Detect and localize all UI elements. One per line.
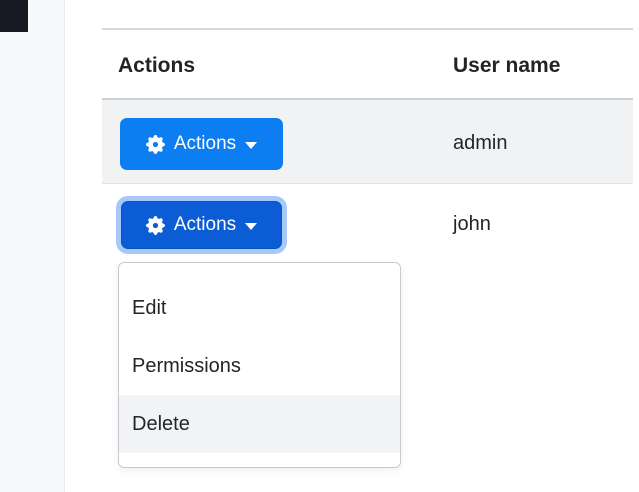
menu-item-permissions[interactable]: Permissions (119, 337, 400, 395)
actions-button-label: Actions (173, 214, 237, 235)
top-divider (102, 28, 633, 30)
menu-item-delete[interactable]: Delete (119, 395, 400, 453)
actions-dropdown-menu: Edit Permissions Delete (118, 262, 401, 468)
left-sidebar (0, 0, 65, 492)
actions-dropdown-button-admin[interactable]: Actions (120, 118, 283, 170)
username-cell-admin: admin (453, 132, 508, 154)
column-header-actions: Actions (118, 54, 196, 77)
actions-dropdown-button-john[interactable]: Actions (121, 201, 282, 249)
username-cell-john: john (453, 213, 491, 235)
gear-icon (145, 215, 165, 235)
actions-button-label: Actions (173, 133, 237, 154)
gear-icon (145, 134, 165, 154)
column-header-username: User name (453, 54, 561, 77)
chevron-down-icon (245, 222, 258, 230)
chevron-down-icon (245, 141, 258, 149)
menu-item-edit[interactable]: Edit (119, 279, 400, 337)
corner-dark-block (0, 0, 28, 32)
